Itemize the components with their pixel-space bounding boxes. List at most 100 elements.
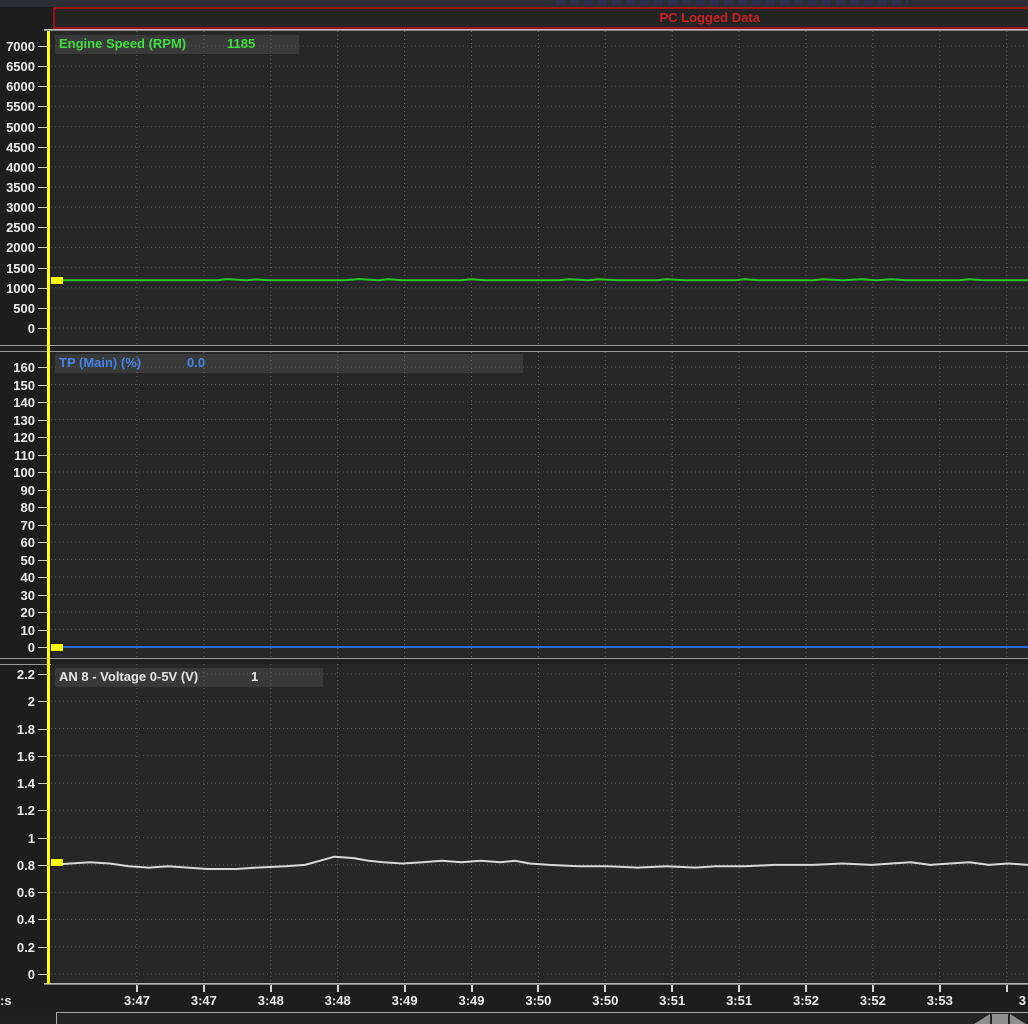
y-tick-label: 0 [0,641,35,654]
chart-splitter[interactable] [0,345,1028,352]
y-tick-label: 1 [0,832,35,845]
y-tick-label: 2.2 [0,668,35,681]
scroll-thumb[interactable] [992,1014,1008,1024]
y-tick-label: 0 [0,968,35,981]
y-tick-label: 120 [0,431,35,444]
y-tick-mark [38,525,47,526]
x-tick-mark [604,985,606,992]
y-tick-mark [38,127,47,128]
y-tick-mark [38,612,47,613]
y-tick-mark [38,701,47,702]
y-tick-label: 110 [0,449,35,462]
y-tick-label: 160 [0,361,35,374]
y-tick-label: 7000 [0,40,35,53]
y-tick-mark [38,247,47,248]
x-tick-label: 3:48 [325,993,351,1008]
y-tick-mark [38,560,47,561]
x-tick-label: 3:48 [258,993,284,1008]
y-tick-label: 1.2 [0,804,35,817]
y-tick-mark [38,227,47,228]
y-tick-label: 130 [0,414,35,427]
y-tick-mark [38,838,47,839]
x-tick-label: 3:47 [124,993,150,1008]
y-tick-mark [38,810,47,811]
y-tick-label: 4000 [0,161,35,174]
y-tick-mark [38,595,47,596]
an8-voltage-series [51,664,1028,983]
series-legend: AN 8 - Voltage 0-5V (V) 1 [51,664,1028,688]
y-tick-label: 0.8 [0,859,35,872]
x-tick-label: 3:47 [191,993,217,1008]
y-tick-label: 2000 [0,241,35,254]
tp-main-series [51,352,1028,658]
banner-label: PC Logged Data [660,10,760,25]
y-tick-mark [38,919,47,920]
y-tick-label: 70 [0,519,35,532]
x-tick-mark [136,985,138,992]
plot-area-engine-speed[interactable]: Engine Speed (RPM) 1185 [51,31,1028,345]
y-tick-label: 1000 [0,282,35,295]
x-tick-mark [537,985,539,992]
y-tick-mark [38,187,47,188]
clipped-window-title [0,0,1028,7]
y-tick-mark [38,647,47,648]
y-tick-mark [38,490,47,491]
y-tick-mark [38,308,47,309]
x-axis-unit-label: :s [0,993,12,1008]
y-tick-label: 20 [0,606,35,619]
pc-logged-data-window: PC Logged Data Engine Speed (RPM) 1185 7… [0,0,1028,1024]
y-tick-mark [38,385,47,386]
x-tick-label: 3 [1019,993,1026,1008]
next-panel-edge [56,1012,1028,1024]
y-tick-mark [38,865,47,866]
y-tick-mark [38,892,47,893]
y-tick-mark [38,756,47,757]
x-tick-mark [939,985,941,992]
y-tick-label: 0.6 [0,886,35,899]
y-tick-label: 3500 [0,181,35,194]
x-tick-mark [805,985,807,992]
series-current-value: 0.0 [187,355,205,370]
y-tick-label: 1.8 [0,723,35,736]
clipped-title-text [556,0,908,5]
y-tick-mark [38,577,47,578]
y-tick-mark [38,420,47,421]
y-tick-label: 1.4 [0,777,35,790]
series-current-value: 1 [251,669,258,684]
y-tick-mark [38,974,47,975]
x-tick-mark [471,985,473,992]
y-tick-mark [38,66,47,67]
y-tick-mark [38,455,47,456]
y-tick-mark [38,729,47,730]
chart-an8-voltage[interactable]: AN 8 - Voltage 0-5V (V) 1 2.221.81.61.41… [0,664,1028,983]
y-tick-mark [38,947,47,948]
scroll-left-arrow-icon[interactable] [974,1014,990,1024]
y-axis-line [47,31,50,984]
y-tick-label: 2500 [0,221,35,234]
x-tick-label: 3:50 [592,993,618,1008]
y-tick-mark [38,106,47,107]
bottom-bar [0,1010,1028,1024]
y-tick-label: 0.4 [0,913,35,926]
chart-tp-main[interactable]: TP (Main) (%) 0.0 1601501401301201101009… [0,352,1028,658]
y-tick-mark [38,542,47,543]
engine-speed-series [51,31,1028,345]
y-tick-label: 0.2 [0,941,35,954]
scrollbar-handle-icon[interactable] [974,1014,1026,1024]
x-tick-mark [404,985,406,992]
y-tick-mark [38,46,47,47]
y-tick-label: 50 [0,554,35,567]
y-tick-label: 60 [0,536,35,549]
plot-area-an8-voltage[interactable]: AN 8 - Voltage 0-5V (V) 1 [51,664,1028,983]
y-tick-label: 4500 [0,141,35,154]
current-value-marker [51,644,63,651]
y-tick-label: 90 [0,484,35,497]
scroll-right-arrow-icon[interactable] [1010,1014,1026,1024]
y-tick-mark [38,674,47,675]
plot-area-tp-main[interactable]: TP (Main) (%) 0.0 [51,352,1028,658]
x-tick-label: 3:50 [525,993,551,1008]
chart-engine-speed[interactable]: Engine Speed (RPM) 1185 7000650060005500… [0,31,1028,345]
y-tick-mark [38,472,47,473]
y-tick-mark [38,328,47,329]
x-tick-label: 3:49 [392,993,418,1008]
